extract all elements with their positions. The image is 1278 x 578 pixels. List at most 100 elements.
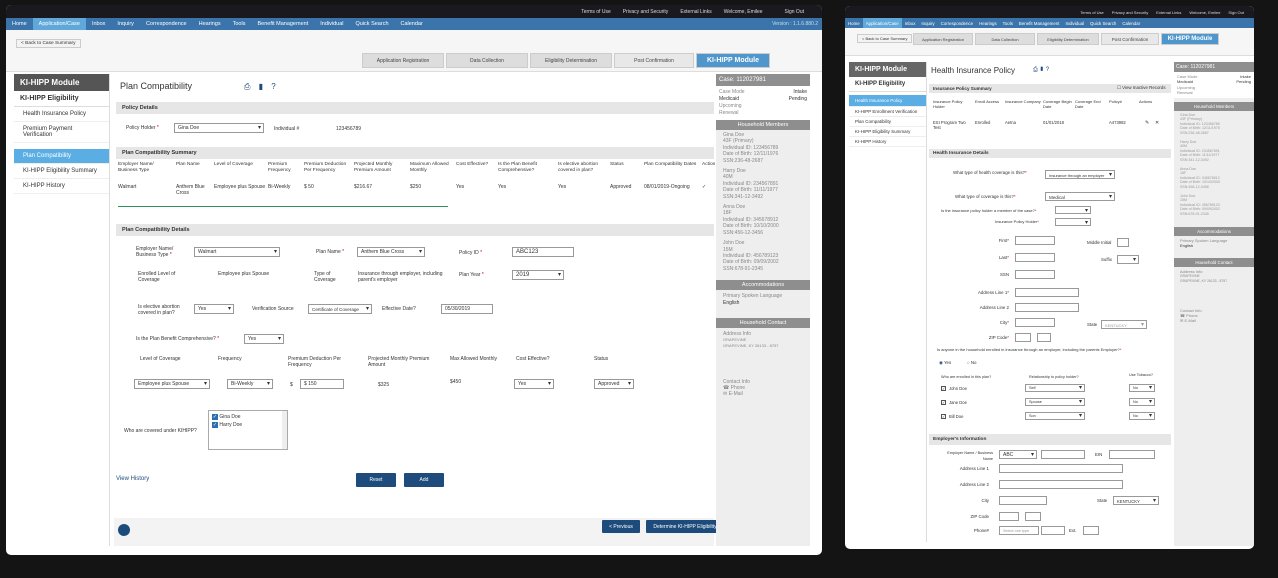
left-item-health-insurance-policy[interactable]: Health Insurance Policy	[14, 107, 109, 122]
employer-name-input[interactable]	[1041, 450, 1085, 459]
sign-out-link[interactable]: Sign Out	[785, 9, 804, 15]
city-input[interactable]	[1015, 318, 1055, 327]
abortion-select[interactable]: Yes	[194, 304, 234, 314]
checkbox-checked-icon[interactable]: ✓	[941, 414, 946, 419]
policy-holder-select[interactable]: Gina Doe	[174, 123, 264, 133]
covered-item[interactable]: ✓ Gina Doe	[209, 411, 287, 421]
household-member[interactable]: Anna Doe 18F Individual ID: 345678912 Date …	[1180, 167, 1248, 190]
document-icon[interactable]: ▮	[259, 82, 263, 91]
state-select[interactable]: KENTUCKY	[1101, 320, 1147, 329]
left-item-history[interactable]: KI-HIPP History	[849, 137, 926, 147]
left-item-eligibility-summary[interactable]: KI-HIPP Eligibility Summary	[849, 127, 926, 137]
print-icon[interactable]: ⎙	[1033, 67, 1038, 73]
step-application-registration[interactable]: Application Registration	[913, 33, 973, 45]
previous-button[interactable]: < Previous	[602, 520, 640, 533]
household-member[interactable]: Harry Doe 40M Individual ID: 234567891 Date…	[723, 168, 803, 200]
external-links[interactable]: External Links	[680, 9, 711, 15]
edit-icon[interactable]: ✎	[1145, 120, 1149, 126]
emp-zip-ext-input[interactable]	[1025, 512, 1041, 521]
relationship-select[interactable]: Self	[1025, 384, 1085, 392]
enrolled-no-radio[interactable]: ○ No	[967, 360, 977, 366]
last-input[interactable]	[1015, 253, 1055, 262]
grid-cost-select[interactable]: Yes	[514, 379, 554, 389]
sign-out-link[interactable]: Sign Out	[1228, 10, 1244, 15]
coverage-kind-select[interactable]: Medical	[1045, 192, 1115, 201]
nav-tools[interactable]: Tools	[227, 18, 252, 30]
add-button[interactable]: Add	[404, 473, 444, 487]
step-post-confirmation[interactable]: Post Confirmation	[1101, 33, 1159, 45]
employer-select[interactable]: Walmart	[194, 247, 280, 257]
step-eligibility-determination[interactable]: Eligibility Determination	[1037, 33, 1099, 45]
tobacco-select[interactable]: No	[1129, 398, 1155, 406]
left-item-plan-compatibility[interactable]: Plan Compatibility	[849, 117, 926, 127]
coverage-type-select[interactable]: Insurance through an employer	[1045, 170, 1115, 179]
relationship-select[interactable]: Son	[1025, 412, 1085, 420]
addr2-input[interactable]	[1015, 303, 1079, 312]
privacy-link[interactable]: Privacy and Security	[1112, 10, 1148, 15]
privacy-link[interactable]: Privacy and Security	[623, 9, 669, 15]
left-item-history[interactable]: KI-HIPP History	[14, 179, 109, 194]
emp-city-input[interactable]	[999, 496, 1047, 505]
nav-application-case[interactable]: Application/Case	[862, 18, 902, 28]
radio-empty-icon[interactable]: ○	[967, 360, 970, 365]
nav-individual[interactable]: Individual	[1062, 18, 1087, 28]
step-application-registration[interactable]: Application Registration	[362, 53, 444, 68]
left-item-plan-compatibility[interactable]: Plan Compatibility	[14, 149, 109, 164]
tobacco-select[interactable]: No	[1129, 384, 1155, 392]
help-icon[interactable]: ?	[271, 82, 275, 91]
nav-calendar[interactable]: Calendar	[395, 18, 429, 30]
comprehensive-select[interactable]: Yes	[244, 334, 284, 344]
nav-inquiry[interactable]: Inquiry	[918, 18, 937, 28]
radio-selected-icon[interactable]: ◉	[939, 360, 943, 365]
checkbox-checked-icon[interactable]: ✓	[941, 400, 946, 405]
plan-name-select[interactable]: Anthem Blue Cross	[357, 247, 425, 257]
addr1-input[interactable]	[1015, 288, 1079, 297]
household-member[interactable]: Anna Doe 18F Individual ID: 345678912 Date …	[723, 204, 803, 236]
grid-frequency-select[interactable]: Bi-Weekly	[227, 379, 273, 389]
nav-correspondence[interactable]: Correspondence	[140, 18, 193, 30]
view-inactive-records[interactable]: ☐ View Inactive Records	[1117, 85, 1166, 91]
approve-action-icon[interactable]: ✓	[702, 184, 716, 190]
ssn-input[interactable]	[1015, 270, 1055, 279]
emp-zip-input[interactable]	[999, 512, 1019, 521]
emp-address1-input[interactable]	[999, 464, 1123, 473]
nav-home[interactable]: Home	[845, 18, 863, 28]
household-member[interactable]: John Doe 15M Individual ID: 456789123 Date …	[1180, 194, 1248, 217]
enrolled-yes-radio[interactable]: ◉ Yes	[939, 360, 951, 366]
delete-icon[interactable]: ✕	[1155, 120, 1159, 126]
checkbox-checked-icon[interactable]: ✓	[212, 414, 218, 420]
nav-application-case[interactable]: Application/Case	[32, 18, 86, 30]
step-data-collection[interactable]: Data Collection	[975, 33, 1035, 45]
nav-inbox[interactable]: Inbox	[86, 18, 111, 30]
grid-deduction-input[interactable]: $ 150	[300, 379, 344, 389]
emp-ext-input[interactable]	[1083, 526, 1099, 535]
member-of-case-select[interactable]	[1055, 206, 1091, 215]
chat-icon[interactable]	[118, 524, 130, 536]
first-input[interactable]	[1015, 236, 1055, 245]
verification-source-select[interactable]: Certificate of Coverage	[308, 304, 372, 314]
employer-name-select[interactable]: ABC	[999, 450, 1037, 459]
left-item-premium-payment[interactable]: Premium Payment Verification	[14, 122, 109, 143]
zip-ext-input[interactable]	[1037, 333, 1051, 342]
nav-calendar[interactable]: Calendar	[1119, 18, 1143, 28]
document-icon[interactable]: ▮	[1039, 67, 1044, 73]
covered-list-scrollbar[interactable]	[282, 411, 287, 449]
step-eligibility-determination[interactable]: Eligibility Determination	[530, 53, 612, 68]
nav-hearings[interactable]: Hearings	[976, 18, 1000, 28]
household-member[interactable]: John Doe 15M Individual ID: 456789123 Date …	[723, 240, 803, 272]
emp-phone-type[interactable]: Select one type	[999, 526, 1039, 535]
nav-inquiry[interactable]: Inquiry	[111, 18, 140, 30]
reset-button[interactable]: Reset	[356, 473, 396, 487]
emp-address2-input[interactable]	[999, 480, 1123, 489]
enrolled-person[interactable]: ✓ Jane Doe	[941, 400, 967, 406]
household-member[interactable]: Harry Doe 40M Individual ID: 234567891 Date…	[1180, 140, 1248, 163]
back-to-case-summary[interactable]: < Back to Case Summary	[857, 34, 913, 43]
terms-link[interactable]: Terms of Use	[1080, 10, 1104, 15]
determine-eligibility-button[interactable]: Determine KI-HIPP Eligibility	[646, 520, 724, 533]
enrolled-person[interactable]: ✓ Bill Doe	[941, 414, 963, 420]
module-tab[interactable]: KI-HIPP Module	[696, 53, 770, 68]
back-to-case-summary[interactable]: < Back to Case Summary	[16, 39, 81, 48]
nav-inbox[interactable]: Inbox	[902, 18, 919, 28]
nav-benefit-management[interactable]: Benefit Management	[1016, 18, 1063, 28]
left-item-health-insurance-policy[interactable]: Health Insurance Policy	[849, 95, 926, 107]
